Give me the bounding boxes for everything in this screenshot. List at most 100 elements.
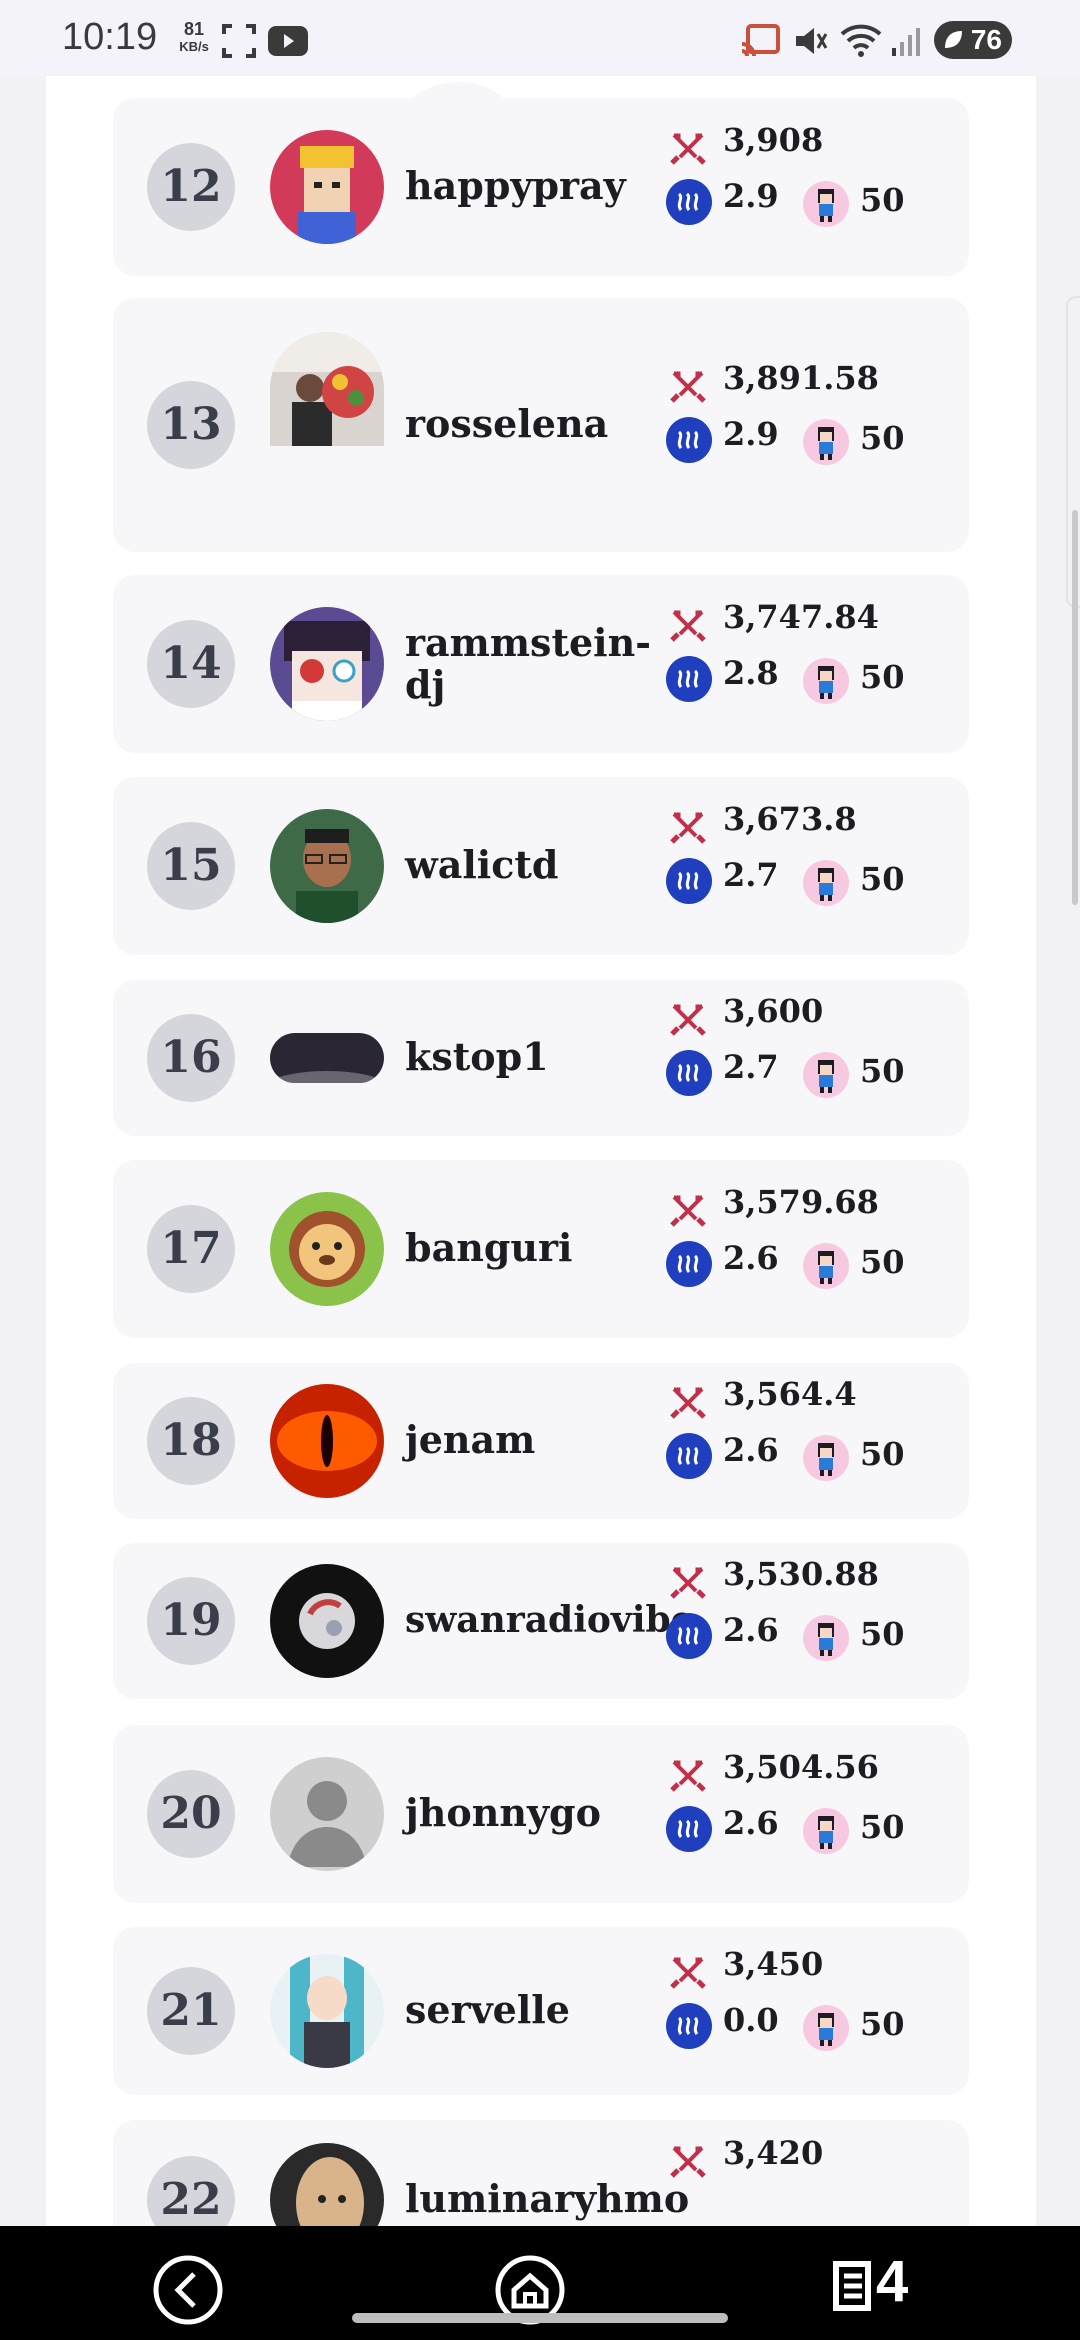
- rank-badge: 14: [147, 620, 235, 708]
- sword-icon: [668, 1000, 708, 1040]
- level-value: 50: [860, 419, 905, 457]
- rank-badge: 12: [147, 143, 235, 231]
- steem-value: 2.6: [723, 1611, 779, 1649]
- battle-power: 3,564.4: [723, 1375, 857, 1413]
- user-avatar[interactable]: [270, 1954, 384, 2068]
- leaderboard-row[interactable]: 15 walictd 3,673.8 2.7 50: [113, 777, 969, 955]
- rank-badge: 19: [147, 1577, 235, 1665]
- steem-icon: [666, 1433, 712, 1479]
- youtube-icon: [268, 26, 308, 56]
- character-icon: [803, 1435, 849, 1481]
- leaderboard-row[interactable]: 20 jhonnygo 3,504.56 2.6 50: [113, 1725, 969, 1903]
- username[interactable]: kstop1: [405, 1036, 655, 1078]
- steem-icon: [666, 858, 712, 904]
- leaderboard-row[interactable]: 16 kstop1 3,600 2.7 50: [113, 980, 969, 1136]
- rank-badge: 16: [147, 1014, 235, 1102]
- character-icon: [803, 419, 849, 465]
- level-value: 50: [860, 1615, 905, 1653]
- level-value: 50: [860, 181, 905, 219]
- username[interactable]: banguri: [405, 1227, 655, 1269]
- sword-icon: [668, 606, 708, 646]
- user-avatar[interactable]: [270, 607, 384, 721]
- username[interactable]: swanradiovibe: [405, 1599, 705, 1641]
- network-speed-unit: KB/s: [179, 39, 209, 54]
- username[interactable]: rosselena: [405, 403, 655, 445]
- status-bar: 10:19 81 KB/s 76: [0, 0, 1080, 76]
- user-avatar[interactable]: [270, 1757, 384, 1871]
- gesture-home-indicator[interactable]: [352, 2313, 728, 2323]
- steem-value: 2.7: [723, 1048, 779, 1086]
- wifi-icon: [840, 24, 882, 57]
- user-avatar[interactable]: [270, 1033, 384, 1083]
- character-icon: [803, 1808, 849, 1854]
- user-avatar[interactable]: [270, 332, 384, 518]
- username[interactable]: rammstein-dj: [405, 622, 651, 706]
- sword-icon: [668, 1563, 708, 1603]
- username[interactable]: jhonnygo: [405, 1792, 655, 1834]
- steem-icon: [666, 1050, 712, 1096]
- back-icon[interactable]: [152, 2254, 224, 2326]
- character-icon: [803, 658, 849, 704]
- level-value: 50: [860, 1052, 905, 1090]
- sword-icon: [668, 1383, 708, 1423]
- steem-icon: [666, 656, 712, 702]
- battle-power: 3,891.58: [723, 359, 879, 397]
- username[interactable]: jenam: [405, 1419, 655, 1461]
- leaderboard-row[interactable]: 21 servelle 3,450 0.0 50: [113, 1927, 969, 2095]
- rank-badge: 17: [147, 1205, 235, 1293]
- level-value: 50: [860, 1808, 905, 1846]
- battle-power: 3,420: [723, 2134, 824, 2172]
- user-avatar[interactable]: [270, 1192, 384, 1306]
- leaderboard-row[interactable]: 12 happypray 3,908 2.9 50: [113, 98, 969, 276]
- leaderboard-row[interactable]: 19 swanradiovibe 3,530.88 2.6 50: [113, 1543, 969, 1699]
- level-value: 50: [860, 658, 905, 696]
- rank-badge: 20: [147, 1770, 235, 1858]
- sword-icon: [668, 2142, 708, 2182]
- rank-badge: 15: [147, 822, 235, 910]
- cast-icon: [741, 24, 780, 57]
- network-speed: 81 KB/s: [174, 20, 214, 56]
- mute-icon: [796, 28, 828, 54]
- user-avatar[interactable]: [270, 1384, 384, 1498]
- leaderboard-row[interactable]: 14 rammstein-dj 3,747.84 2.8 50: [113, 575, 969, 753]
- leaderboard-row[interactable]: 18 jenam 3,564.4 2.6 50: [113, 1363, 969, 1519]
- battery-level: 76: [970, 24, 1002, 55]
- battle-power: 3,450: [723, 1945, 824, 1983]
- sword-icon: [668, 367, 708, 407]
- sword-icon: [668, 1756, 708, 1796]
- username[interactable]: walictd: [405, 844, 655, 886]
- scrollbar[interactable]: [1072, 510, 1078, 905]
- leaderboard-row[interactable]: 13 rosselena 3,891.58 2.9 50: [113, 298, 969, 552]
- steem-value: 0.0: [723, 2001, 779, 2039]
- tabs-icon: [833, 2261, 871, 2311]
- rank-badge: 13: [147, 381, 235, 469]
- character-icon: [803, 1243, 849, 1289]
- signal-icon: [892, 28, 920, 56]
- steem-value: 2.6: [723, 1804, 779, 1842]
- sword-icon: [668, 1191, 708, 1231]
- character-icon: [803, 2005, 849, 2051]
- screenshot-frame-icon: [222, 24, 256, 58]
- character-icon: [803, 860, 849, 906]
- battle-power: 3,504.56: [723, 1748, 879, 1786]
- sword-icon: [668, 129, 708, 169]
- level-value: 50: [860, 1243, 905, 1281]
- user-avatar[interactable]: [270, 1564, 384, 1678]
- battle-power: 3,673.8: [723, 800, 857, 838]
- tabs-button[interactable]: 4: [832, 2252, 932, 2316]
- battery-indicator: 76: [934, 21, 1012, 59]
- level-value: 50: [860, 860, 905, 898]
- username[interactable]: happypray: [405, 165, 655, 207]
- steem-icon: [666, 417, 712, 463]
- username[interactable]: servelle: [405, 1989, 655, 2031]
- username[interactable]: luminaryhmo: [405, 2178, 689, 2220]
- steem-icon: [666, 1241, 712, 1287]
- battle-power: 3,908: [723, 121, 824, 159]
- user-avatar[interactable]: [270, 809, 384, 923]
- steem-value: 2.6: [723, 1239, 779, 1277]
- leaderboard-row[interactable]: 17 banguri 3,579.68 2.6 50: [113, 1160, 969, 1338]
- clock: 10:19: [62, 16, 158, 58]
- character-icon: [803, 181, 849, 227]
- user-avatar[interactable]: [270, 130, 384, 244]
- steem-value: 2.9: [723, 177, 779, 215]
